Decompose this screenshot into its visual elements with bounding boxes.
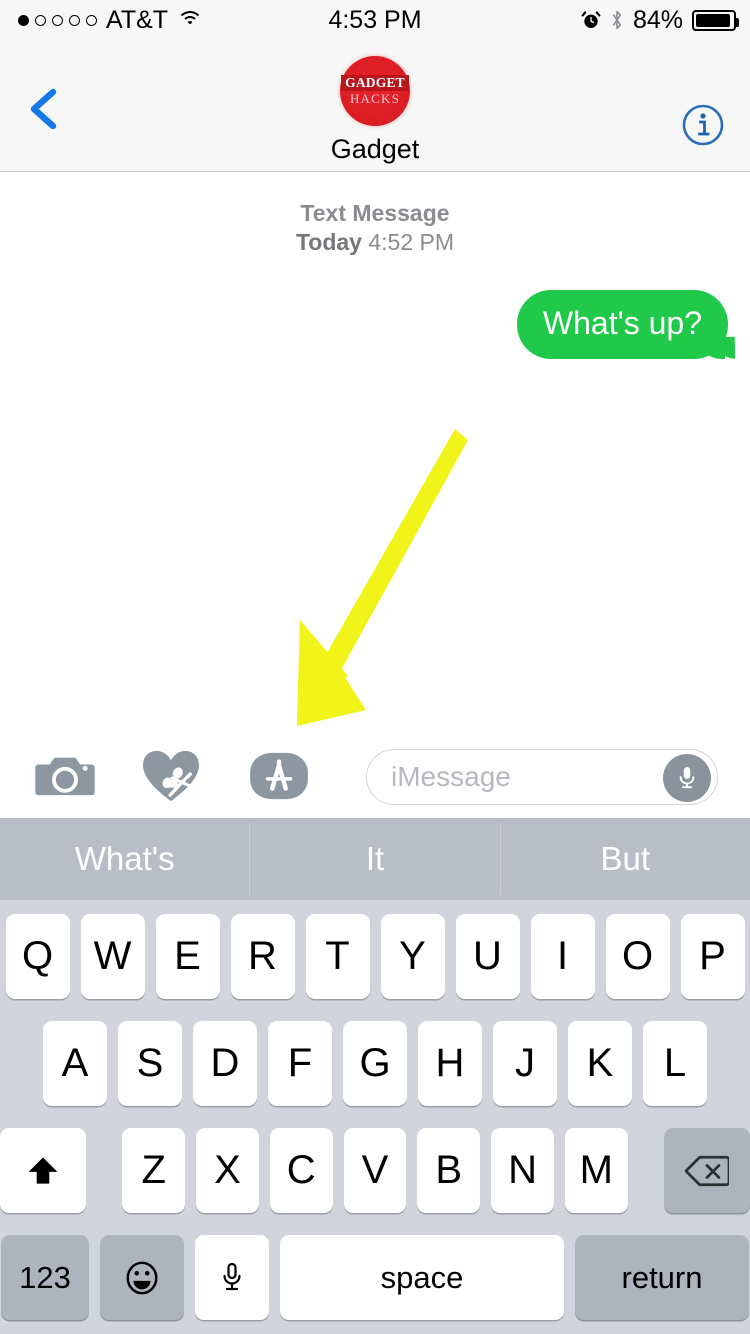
avatar-text-hacks: HACKS xyxy=(349,91,401,107)
key-y[interactable]: Y xyxy=(380,914,445,999)
key-e[interactable]: E xyxy=(155,914,220,999)
suggestion-0[interactable]: What's xyxy=(0,818,249,900)
alarm-clock-icon xyxy=(581,11,601,28)
key-a[interactable]: A xyxy=(43,1021,107,1106)
key-u[interactable]: U xyxy=(455,914,520,999)
quicktype-suggestion-bar: What's It But xyxy=(0,818,750,900)
key-f[interactable]: F xyxy=(268,1021,332,1106)
keyboard-row-2: A S D F G H J K L xyxy=(0,1021,750,1106)
message-timestamp-header: Text Message Today 4:52 PM xyxy=(0,199,750,258)
suggestion-1[interactable]: It xyxy=(250,818,499,900)
battery-icon xyxy=(692,9,739,31)
dictation-key[interactable] xyxy=(195,1235,269,1320)
numbers-key[interactable]: 123 xyxy=(1,1235,89,1320)
battery-percent-label: 84% xyxy=(632,5,683,34)
contact-header[interactable]: GADGET HACKS Gadget xyxy=(0,56,750,165)
iphone-screen: AT&T 4:53 PM 84% GADGET HACKS Gadget Tex… xyxy=(0,0,750,1334)
message-field-placeholder: iMessage xyxy=(391,761,511,792)
keyboard-row-1: Q W E R T Y U I O P xyxy=(0,914,750,999)
key-o[interactable]: O xyxy=(605,914,670,999)
key-l[interactable]: L xyxy=(643,1021,707,1106)
backspace-icon xyxy=(684,1155,729,1186)
key-x[interactable]: X xyxy=(196,1128,259,1213)
camera-icon[interactable] xyxy=(34,746,96,806)
key-j[interactable]: J xyxy=(493,1021,557,1106)
message-row-outgoing: What's up? xyxy=(0,289,750,359)
key-k[interactable]: K xyxy=(568,1021,632,1106)
microphone-icon xyxy=(679,767,695,789)
key-m[interactable]: M xyxy=(564,1128,628,1213)
on-screen-keyboard: Q W E R T Y U I O P A S D F G H J K L Z … xyxy=(0,900,750,1334)
key-p[interactable]: P xyxy=(680,914,745,999)
navigation-bar: GADGET HACKS Gadget xyxy=(0,40,750,172)
app-store-icon[interactable] xyxy=(248,746,310,806)
shift-key[interactable] xyxy=(0,1128,87,1213)
status-bar-right: 84% xyxy=(581,5,739,35)
avatar-text-gadget: GADGET xyxy=(341,74,409,92)
space-key[interactable]: space xyxy=(280,1235,564,1320)
status-bar: AT&T 4:53 PM 84% xyxy=(0,0,750,40)
key-b[interactable]: B xyxy=(417,1128,481,1213)
keyboard-row-4: 123 space return xyxy=(0,1235,750,1320)
key-z[interactable]: Z xyxy=(122,1128,186,1213)
contact-name-label: Gadget xyxy=(330,134,420,164)
bubble-tail xyxy=(709,332,735,359)
dictation-mic-button[interactable] xyxy=(663,754,711,802)
message-time-label: 4:52 PM xyxy=(368,229,455,256)
key-t[interactable]: T xyxy=(305,914,370,999)
key-w[interactable]: W xyxy=(80,914,145,999)
message-input-bar: iMessage xyxy=(0,735,750,817)
shift-arrow-icon xyxy=(28,1157,58,1184)
microphone-icon xyxy=(223,1262,241,1290)
key-v[interactable]: V xyxy=(343,1128,407,1213)
message-date-label: Today xyxy=(295,229,362,256)
app-drawer-icons xyxy=(0,746,310,806)
key-c[interactable]: C xyxy=(269,1128,333,1213)
keyboard-row-3: Z X C V B N M xyxy=(0,1128,750,1213)
digital-touch-heart-icon[interactable] xyxy=(140,746,202,806)
emoji-smiley-icon xyxy=(126,1261,158,1294)
conversation-area: Text Message Today 4:52 PM What's up? xyxy=(0,173,750,735)
key-h[interactable]: H xyxy=(418,1021,482,1106)
return-key[interactable]: return xyxy=(575,1235,749,1320)
key-i[interactable]: I xyxy=(530,914,595,999)
key-d[interactable]: D xyxy=(193,1021,257,1106)
key-s[interactable]: S xyxy=(118,1021,182,1106)
emoji-key[interactable] xyxy=(100,1235,184,1320)
service-type-label: Text Message xyxy=(300,200,450,226)
key-r[interactable]: R xyxy=(230,914,295,999)
contact-avatar[interactable]: GADGET HACKS xyxy=(340,56,410,126)
message-text-field[interactable]: iMessage xyxy=(366,749,718,805)
message-text: What's up? xyxy=(542,304,702,341)
key-g[interactable]: G xyxy=(343,1021,407,1106)
info-circle-icon[interactable] xyxy=(680,102,726,148)
message-date-time: Today 4:52 PM xyxy=(0,228,750,257)
key-n[interactable]: N xyxy=(491,1128,554,1213)
suggestion-2[interactable]: But xyxy=(501,818,750,900)
key-q[interactable]: Q xyxy=(5,914,70,999)
bluetooth-icon xyxy=(612,10,622,30)
message-bubble-outgoing[interactable]: What's up? xyxy=(516,289,728,359)
backspace-key[interactable] xyxy=(663,1128,750,1213)
